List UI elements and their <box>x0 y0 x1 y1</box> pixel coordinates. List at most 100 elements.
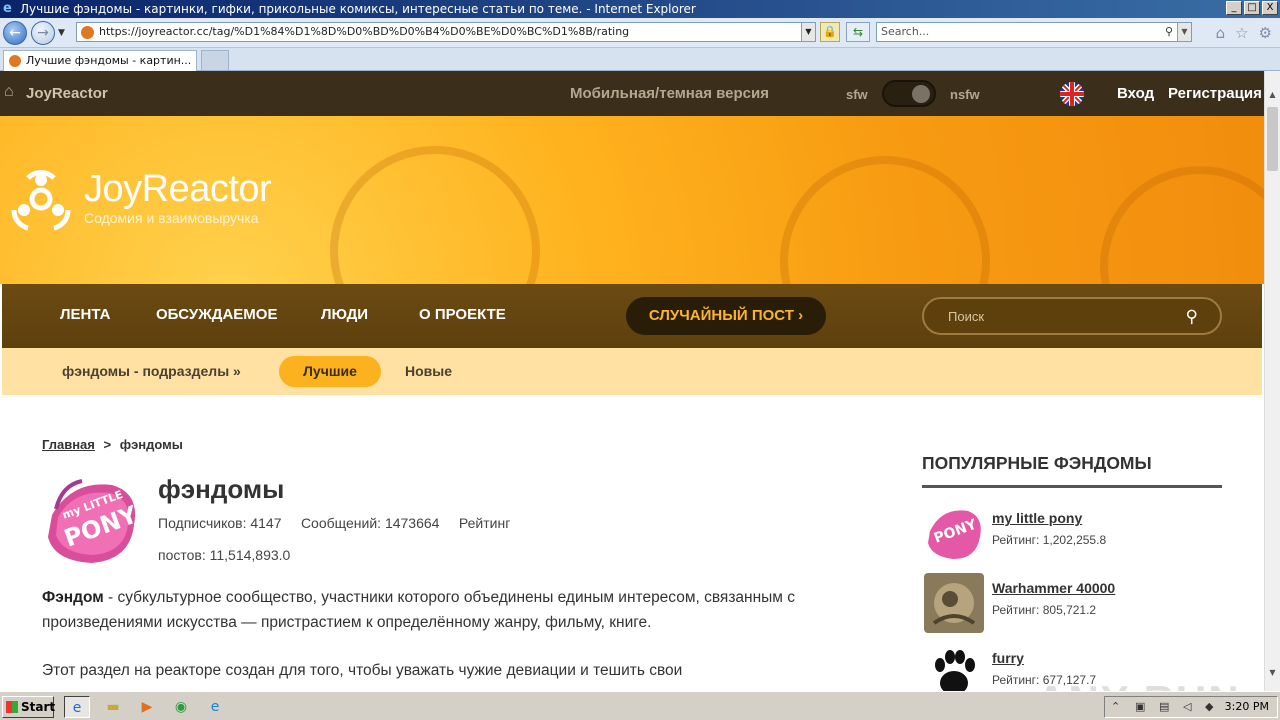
sfw-nsfw-toggle[interactable] <box>882 80 936 107</box>
subsections-link[interactable]: фэндомы - подразделы » <box>62 363 241 379</box>
taskbar-clock[interactable]: 3:20 PM <box>1225 697 1269 717</box>
tray-network-icon[interactable]: ▤ <box>1159 697 1169 717</box>
nsfw-label: nsfw <box>950 87 980 102</box>
warhammer-thumb-icon <box>924 573 984 633</box>
login-link[interactable]: Вход <box>1117 85 1154 102</box>
breadcrumb-current: фэндомы <box>119 437 183 452</box>
browser-search-placeholder: Search... <box>881 25 930 38</box>
minimize-button[interactable]: _ <box>1226 1 1242 15</box>
nav-discussed[interactable]: ОБСУЖДАЕМОЕ <box>156 306 277 323</box>
forward-button[interactable]: → <box>31 21 55 45</box>
tag-stats-posts: постов: 11,514,893.0 <box>158 547 291 563</box>
edge-taskbar-icon[interactable]: e <box>202 696 228 718</box>
nav-about[interactable]: О ПРОЕКТЕ <box>419 306 506 323</box>
scroll-up-icon[interactable]: ▲ <box>1265 87 1280 103</box>
ie-logo-icon: e <box>3 1 12 16</box>
tray-security-icon[interactable]: ▣ <box>1135 697 1145 717</box>
site-header-banner: JoyReactor Содомия и взаимовыручка <box>0 116 1264 284</box>
tab-new[interactable]: Новые <box>405 363 452 379</box>
chrome-taskbar-icon[interactable]: ◉ <box>168 696 194 718</box>
breadcrumb-separator: > <box>103 437 112 452</box>
topbar-brand-link[interactable]: JoyReactor <box>26 85 108 102</box>
popular-item[interactable]: Warhammer 40000 Рейтинг: 805,721.2 <box>922 573 1222 635</box>
tag-description-text: - субкультурное сообщество, участники ко… <box>42 589 796 631</box>
scroll-thumb[interactable] <box>1267 107 1278 171</box>
tab-bar: Лучшие фэндомы - картин... <box>0 48 1280 71</box>
breadcrumb-home-link[interactable]: Главная <box>42 437 95 452</box>
paw-print-icon <box>924 643 984 691</box>
search-icon[interactable]: ⚲ <box>1165 23 1173 41</box>
random-post-button[interactable]: СЛУЧАЙНЫЙ ПОСТ › <box>626 297 826 335</box>
browser-search-input[interactable]: Search... ⚲ ▼ <box>876 22 1192 42</box>
uk-flag-icon[interactable] <box>1060 82 1084 106</box>
tray-volume-icon[interactable]: ◁ <box>1183 697 1191 717</box>
tag-description: Фэндом - субкультурное сообщество, участ… <box>42 585 872 635</box>
browser-navbar: ← → ▼ https://joyreactor.cc/tag/%D1%84%D… <box>0 18 1280 48</box>
start-button[interactable]: Start <box>2 696 56 718</box>
home-icon[interactable]: ⌂ <box>1216 24 1226 42</box>
register-link[interactable]: Регистрация <box>1168 85 1262 102</box>
tab-best[interactable]: Лучшие <box>279 356 381 387</box>
tag-stats: Подписчиков: 4147 Сообщений: 1473664 Рей… <box>158 515 511 531</box>
tab-active[interactable]: Лучшие фэндомы - картин... <box>3 50 197 71</box>
radiation-bg-icon <box>780 156 990 284</box>
history-dropdown-icon[interactable]: ▼ <box>58 28 65 38</box>
nav-people[interactable]: ЛЮДИ <box>321 306 368 323</box>
new-tab-button[interactable] <box>201 50 229 71</box>
address-dropdown-icon[interactable]: ▼ <box>801 23 815 41</box>
site-search: ⚲ <box>922 297 1222 335</box>
main-content: Главная > фэндомы my LITTLE PONY фэндомы… <box>2 395 1262 691</box>
biohazard-logo-icon[interactable] <box>6 166 76 232</box>
toggle-knob <box>912 85 930 103</box>
site-favicon-icon <box>81 26 94 39</box>
page-scrollbar[interactable]: ▲ ▼ <box>1264 71 1280 691</box>
tab-title: Лучшие фэндомы - картин... <box>26 54 192 67</box>
popular-item-rating: Рейтинг: 1,202,255.8 <box>992 533 1107 547</box>
trollface-bg-icon <box>1100 166 1264 284</box>
site-search-input[interactable] <box>948 307 1168 325</box>
popular-item-name[interactable]: my little pony <box>992 510 1082 526</box>
tools-gear-icon[interactable]: ⚙ <box>1259 24 1272 42</box>
lock-icon[interactable]: 🔒 <box>820 22 840 42</box>
anyrun-watermark: ANY RUN <box>1036 677 1241 691</box>
web-page: ⌂ JoyReactor Мобильная/темная версия sfw… <box>0 71 1264 691</box>
logo-slogan: Содомия и взаимовыручка <box>84 210 259 226</box>
troll-face-bg-icon <box>330 146 540 284</box>
popular-item[interactable]: PONY my little pony Рейтинг: 1,202,255.8 <box>922 503 1222 565</box>
main-navigation: ЛЕНТА ОБСУЖДАЕМОЕ ЛЮДИ О ПРОЕКТЕ СЛУЧАЙН… <box>2 284 1262 348</box>
my-little-pony-logo-icon: my LITTLE PONY <box>48 479 142 563</box>
scroll-down-icon[interactable]: ▼ <box>1265 665 1280 681</box>
mobile-version-link[interactable]: Мобильная/темная версия <box>570 85 769 102</box>
back-button[interactable]: ← <box>3 21 27 45</box>
popular-item-name[interactable]: furry <box>992 650 1024 666</box>
favorites-star-icon[interactable]: ☆ <box>1235 24 1248 42</box>
close-button[interactable]: X <box>1262 1 1278 15</box>
mlp-thumb-icon: PONY <box>924 503 984 563</box>
address-bar[interactable]: https://joyreactor.cc/tag/%D1%84%D1%8D%D… <box>76 22 816 42</box>
popular-item-name[interactable]: Warhammer 40000 <box>992 580 1115 596</box>
popular-item-rating: Рейтинг: 805,721.2 <box>992 603 1097 617</box>
window-title: Лучшие фэндомы - картинки, гифки, прикол… <box>20 2 696 16</box>
refresh-icon[interactable]: ⇆ <box>846 22 870 42</box>
search-dropdown-icon[interactable]: ▼ <box>1177 23 1191 41</box>
popular-fandoms-title: ПОПУЛЯРНЫЕ ФЭНДОМЫ <box>922 453 1152 473</box>
tray-expand-icon[interactable]: ⌃ <box>1111 697 1120 717</box>
home-icon[interactable]: ⌂ <box>4 83 14 101</box>
maximize-button[interactable]: □ <box>1244 1 1260 15</box>
nav-feed[interactable]: ЛЕНТА <box>60 306 110 323</box>
media-player-taskbar-icon[interactable]: ▶ <box>134 696 160 718</box>
tray-shield-icon[interactable]: ◆ <box>1205 697 1213 717</box>
sfw-label: sfw <box>846 87 868 102</box>
system-tray: ⌃ ▣ ▤ ◁ ◆ 3:20 PM <box>1104 696 1278 718</box>
ie-taskbar-icon[interactable]: e <box>64 696 90 718</box>
start-label: Start <box>21 700 56 714</box>
windows-taskbar: Start e ▬ ▶ ◉ e ⌃ ▣ ▤ ◁ ◆ 3:20 PM <box>0 691 1280 720</box>
sidebar-divider <box>922 485 1222 488</box>
tag-title: фэндомы <box>158 474 285 504</box>
tag-description-bold: Фэндом <box>42 589 104 606</box>
search-icon[interactable]: ⚲ <box>1186 307 1198 327</box>
logo-text[interactable]: JoyReactor <box>84 168 272 211</box>
folder-taskbar-icon[interactable]: ▬ <box>100 696 126 718</box>
tab-favicon-icon <box>9 55 21 67</box>
address-url: https://joyreactor.cc/tag/%D1%84%D1%8D%D… <box>99 25 630 38</box>
